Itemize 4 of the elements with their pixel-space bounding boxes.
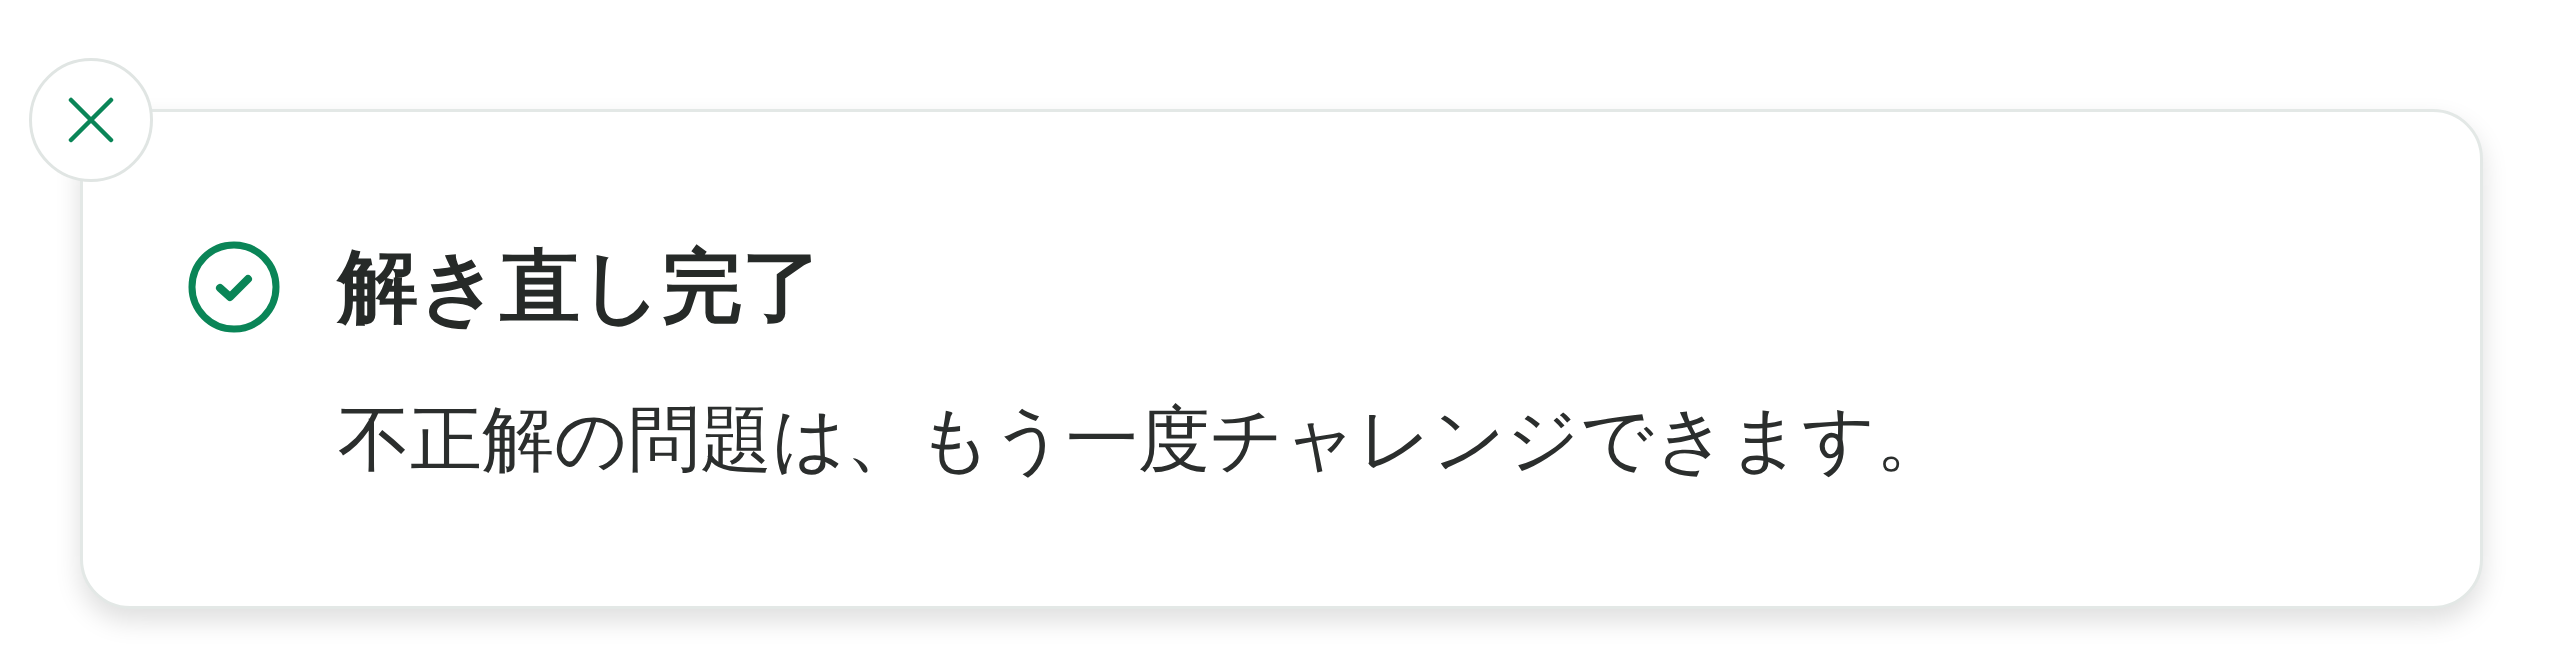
toast-message: 不正解の問題は、もう一度チャレンジできます。 — [338, 398, 1948, 481]
close-icon — [68, 97, 114, 143]
toast-title: 解き直し完了 — [338, 241, 822, 333]
check-circle-icon — [188, 241, 280, 333]
